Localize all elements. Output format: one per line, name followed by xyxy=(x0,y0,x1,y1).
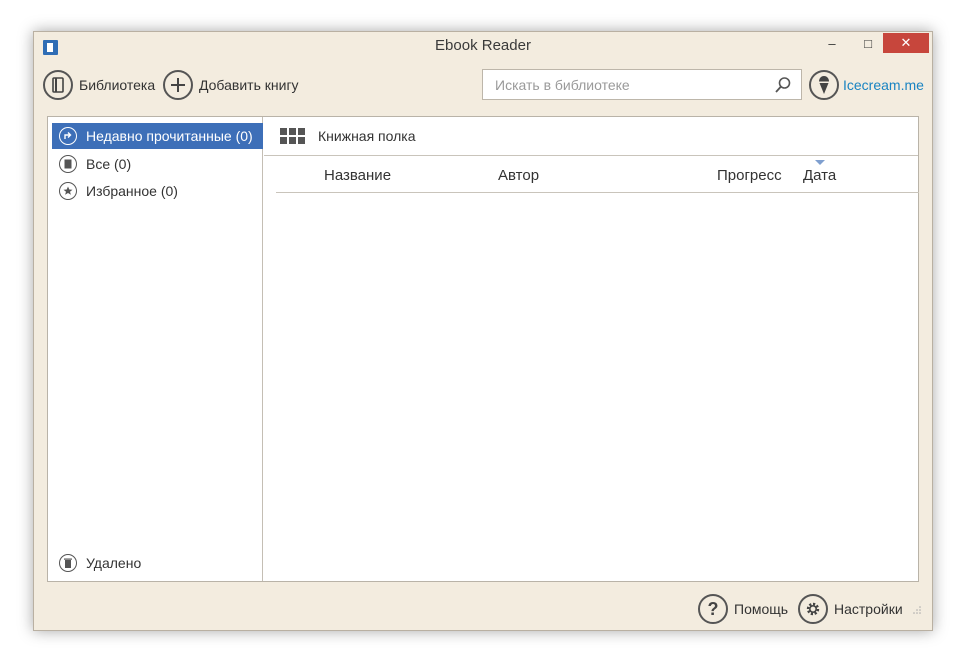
sidebar-item-recent[interactable]: Недавно прочитанные (0) xyxy=(52,123,263,149)
add-book-button[interactable]: Добавить книгу xyxy=(163,69,299,101)
sort-desc-icon xyxy=(815,160,825,165)
bookshelf-label: Книжная полка xyxy=(318,128,416,144)
help-button[interactable]: ? Помощь xyxy=(698,594,788,624)
library-button[interactable]: Библиотека xyxy=(43,69,155,101)
book-icon xyxy=(59,155,77,173)
question-icon: ? xyxy=(698,594,728,624)
icecream-link-label: Icecream.me xyxy=(843,77,924,93)
icecream-logo-icon xyxy=(809,70,839,100)
resize-grip-icon[interactable] xyxy=(913,606,921,614)
trash-icon xyxy=(59,554,77,572)
bookshelf-view-button[interactable]: Книжная полка xyxy=(280,127,416,145)
add-book-label: Добавить книгу xyxy=(199,77,299,93)
sidebar-item-label: Избранное (0) xyxy=(86,183,178,199)
sidebar: Недавно прочитанные (0) Все (0) Избранно… xyxy=(48,117,263,581)
column-author[interactable]: Автор xyxy=(498,167,539,184)
star-icon xyxy=(59,182,77,200)
recent-icon xyxy=(59,127,77,145)
column-date[interactable]: Дата xyxy=(803,167,836,184)
column-progress[interactable]: Прогресс xyxy=(717,167,782,184)
close-button[interactable]: ✕ xyxy=(883,33,929,53)
sidebar-item-favorites[interactable]: Избранное (0) xyxy=(52,178,263,204)
library-label: Библиотека xyxy=(79,77,156,93)
book-icon xyxy=(43,70,73,100)
plus-icon xyxy=(163,70,193,100)
title-bar: Ebook Reader – □ ✕ xyxy=(34,32,932,58)
help-label: Помощь xyxy=(734,601,789,617)
main-panel: Недавно прочитанные (0) Все (0) Избранно… xyxy=(47,116,919,582)
minimize-button[interactable]: – xyxy=(821,33,843,53)
sidebar-item-all[interactable]: Все (0) xyxy=(52,151,263,177)
maximize-button[interactable]: □ xyxy=(857,33,879,53)
window-title: Ebook Reader xyxy=(435,37,531,54)
table-header: Название Автор Прогресс Дата xyxy=(276,157,919,193)
settings-button[interactable]: Настройки xyxy=(798,594,903,624)
sidebar-item-label: Недавно прочитанные (0) xyxy=(86,128,253,144)
view-toolbar: Книжная полка xyxy=(264,117,918,156)
sidebar-item-label: Все (0) xyxy=(86,156,132,172)
settings-label: Настройки xyxy=(834,601,903,617)
search-box xyxy=(482,69,802,100)
gear-icon xyxy=(798,594,828,624)
column-title[interactable]: Название xyxy=(324,167,391,184)
app-window: Ebook Reader – □ ✕ Библиотека Добавить к… xyxy=(33,31,933,631)
sidebar-item-label: Удалено xyxy=(86,555,142,571)
search-icon[interactable] xyxy=(774,76,792,94)
grid-icon xyxy=(280,127,306,145)
sidebar-item-deleted[interactable]: Удалено xyxy=(52,550,263,576)
search-input[interactable] xyxy=(483,70,763,99)
content-area: Книжная полка Название Автор Прогресс Да… xyxy=(264,117,919,581)
icecream-link[interactable]: Icecream.me xyxy=(809,69,924,101)
